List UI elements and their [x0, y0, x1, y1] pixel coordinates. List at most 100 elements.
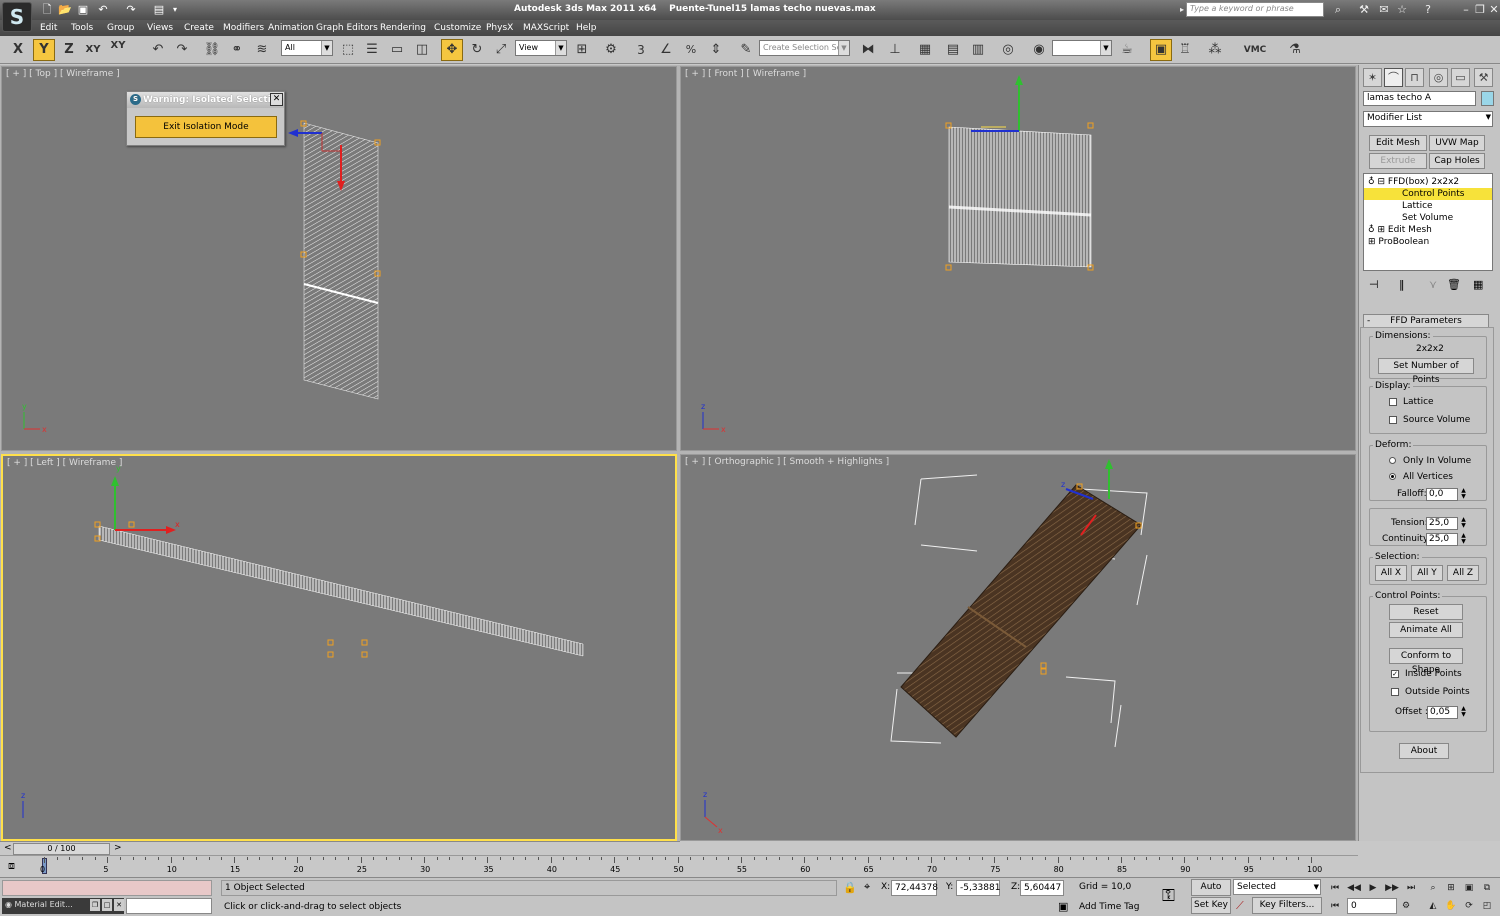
uvw-map-button[interactable]: UVW Map — [1429, 135, 1485, 151]
rectangular-selection-icon[interactable]: ▭ — [386, 39, 408, 61]
key-mode-dropdown[interactable]: Selected ▼ — [1233, 879, 1321, 895]
spinner-arrows-icon[interactable]: ▲ ▼ — [1459, 533, 1468, 546]
spinner-arrows-icon[interactable]: ▲ ▼ — [1459, 706, 1468, 719]
extrude-button[interactable]: Extrude — [1369, 153, 1427, 169]
utilities-tab-icon[interactable]: ⚒ — [1474, 68, 1493, 87]
favorites-icon[interactable]: ☆ — [1394, 2, 1410, 18]
curve-editor-icon[interactable]: ▥ — [967, 39, 989, 61]
spinner-arrows-icon[interactable]: ▲ ▼ — [1459, 517, 1468, 530]
snaps-toggle-icon[interactable]: 3 — [630, 39, 652, 61]
menu-views[interactable]: Views — [147, 21, 173, 35]
stack-item-lattice[interactable]: Lattice — [1364, 200, 1492, 212]
menu-graph-editors[interactable]: Graph Editors — [316, 21, 378, 35]
configure-sets-icon[interactable]: ▦ — [1473, 278, 1483, 291]
set-key-icon[interactable]: ⚿ — [1162, 886, 1175, 906]
help-icon[interactable]: ? — [1420, 2, 1436, 18]
remove-modifier-icon[interactable]: 🗑 — [1447, 278, 1461, 291]
time-prev-button[interactable]: < — [4, 843, 12, 853]
reset-button[interactable]: Reset — [1389, 604, 1463, 620]
close-icon[interactable]: ✕ — [270, 93, 283, 106]
viewport-orthographic[interactable]: [ + ] [ Orthographic ] [ Smooth + Highli… — [680, 454, 1356, 841]
cap-holes-button[interactable]: Cap Holes — [1429, 153, 1485, 169]
slats-object-front[interactable] — [948, 126, 1092, 268]
menu-maxscript[interactable]: MAXScript — [523, 21, 569, 35]
transform-gizmo[interactable] — [971, 75, 1023, 132]
y-coordinate-field[interactable]: -5,33881 — [956, 880, 1000, 896]
time-tag-icon[interactable]: ▣ — [1058, 900, 1068, 913]
expand-icon[interactable]: ⊟ — [1377, 177, 1385, 187]
communication-icon[interactable]: ✉ — [1376, 2, 1392, 18]
source-volume-checkbox[interactable] — [1389, 416, 1397, 424]
maximize-viewport-icon[interactable]: ◰ — [1479, 898, 1495, 914]
named-selection-set-dropdown[interactable]: Create Selection Set ▼ — [759, 40, 850, 56]
continuity-spinner[interactable]: 25,0 — [1426, 533, 1458, 546]
project-folder-icon[interactable]: ▤ — [152, 3, 166, 17]
time-next-button[interactable]: > — [114, 843, 122, 853]
redo-icon[interactable]: ↷ — [124, 3, 138, 17]
mirror-icon[interactable]: ⧓ — [857, 39, 879, 61]
plugin-icon[interactable]: ⚗ — [1284, 39, 1306, 61]
restore-icon[interactable]: ❐ — [90, 899, 100, 911]
menu-physx[interactable]: PhysX — [486, 21, 513, 35]
go-to-end-icon[interactable]: ⏭ — [1403, 880, 1419, 896]
binoculars-icon[interactable]: ⌕ — [1330, 2, 1346, 18]
expand-icon[interactable]: ⊞ — [1368, 237, 1376, 247]
render-preset-dropdown[interactable]: ▼ — [1052, 40, 1112, 56]
object-name-field[interactable]: lamas techo A — [1363, 91, 1476, 106]
scale-tool-icon[interactable]: ⤢ — [490, 39, 512, 61]
menu-rendering[interactable]: Rendering — [380, 21, 426, 35]
key-filters-button[interactable]: Key Filters... — [1252, 897, 1322, 914]
new-file-icon[interactable]: 🗋 — [40, 3, 54, 17]
all-z-button[interactable]: All Z — [1447, 565, 1479, 581]
set-key-button[interactable]: Set Key — [1191, 897, 1231, 914]
time-slider[interactable]: < 0 / 100 > — [0, 841, 680, 855]
zoom-all-icon[interactable]: ⊞ — [1443, 880, 1459, 896]
key-mode-toggle-icon[interactable]: ⏮ — [1327, 898, 1343, 914]
outside-points-checkbox[interactable] — [1391, 688, 1399, 696]
add-time-tag[interactable]: Add Time Tag — [1079, 902, 1139, 912]
particle-view-icon[interactable]: ⁂ — [1204, 39, 1226, 61]
time-slider-thumb[interactable]: 0 / 100 — [13, 843, 110, 855]
make-unique-icon[interactable]: ⋎ — [1429, 278, 1437, 291]
open-file-icon[interactable]: 📂 — [58, 3, 72, 17]
redo-button[interactable]: ↷ — [171, 39, 193, 61]
absolute-mode-icon[interactable]: ⌖ — [864, 880, 870, 894]
pivot-center-icon[interactable]: ⊞ — [571, 39, 593, 61]
stack-item-set-volume[interactable]: Set Volume — [1364, 212, 1492, 224]
show-end-result-icon[interactable]: ‖ — [1399, 278, 1405, 291]
default-tangent-icon[interactable]: ⟋ — [1236, 899, 1244, 913]
slats-object-left[interactable] — [98, 525, 584, 657]
save-file-icon[interactable]: ▣ — [76, 3, 90, 17]
vmc-button[interactable]: VMC — [1240, 39, 1270, 61]
x-coordinate-field[interactable]: 72,44378 — [891, 880, 938, 896]
tension-spinner[interactable]: 25,0 — [1426, 517, 1458, 530]
pan-view-icon[interactable]: ✋ — [1443, 898, 1459, 914]
next-frame-icon[interactable]: ▶▶ — [1384, 880, 1400, 896]
lattice-checkbox[interactable] — [1389, 398, 1397, 406]
play-icon[interactable]: ▶ — [1365, 880, 1381, 896]
graphite-ribbon-icon[interactable]: ▤ — [942, 39, 964, 61]
modifier-list-dropdown[interactable]: Modifier List ▼ — [1363, 111, 1493, 127]
display-tab-icon[interactable]: ▭ — [1451, 68, 1470, 87]
time-configuration-icon[interactable]: ⚙ — [1398, 898, 1414, 914]
lightbulb-icon[interactable]: ♁ — [1368, 225, 1375, 235]
application-button[interactable]: S — [2, 2, 32, 32]
spinner-arrows-icon[interactable]: ▲ ▼ — [1459, 488, 1468, 501]
stack-item-proboolean[interactable]: ⊞ ProBoolean — [1364, 236, 1492, 248]
transform-gizmo[interactable]: y x — [111, 464, 180, 534]
all-x-button[interactable]: All X — [1375, 565, 1407, 581]
previous-frame-icon[interactable]: ◀◀ — [1346, 880, 1362, 896]
lightbulb-icon[interactable]: ♁ — [1368, 177, 1375, 187]
move-tool-icon[interactable]: ✥ — [441, 39, 463, 61]
trackbar[interactable]: ⧈ 0 5 10 15 20 25 30 35 40 45 50 55 60 65 70 75 80 85 90 95… — [0, 855, 1358, 877]
zoom-icon[interactable]: ⌕ — [1425, 880, 1441, 896]
zoom-extents-all-icon[interactable]: ⧉ — [1479, 880, 1495, 896]
all-vertices-radio[interactable] — [1389, 473, 1396, 480]
auto-key-button[interactable]: Auto Key — [1191, 879, 1231, 907]
orbit-icon[interactable]: ⟳ — [1461, 898, 1477, 914]
ffd-parameters-rollout[interactable]: - FFD Parameters — [1363, 314, 1489, 328]
viewport-top[interactable]: [ + ] [ Top ] [ Wireframe ] y x — [1, 66, 677, 451]
close-icon[interactable]: ✕ — [1486, 2, 1500, 18]
inside-points-checkbox[interactable]: ✓ — [1391, 670, 1399, 678]
edit-mesh-button[interactable]: Edit Mesh — [1369, 135, 1427, 151]
